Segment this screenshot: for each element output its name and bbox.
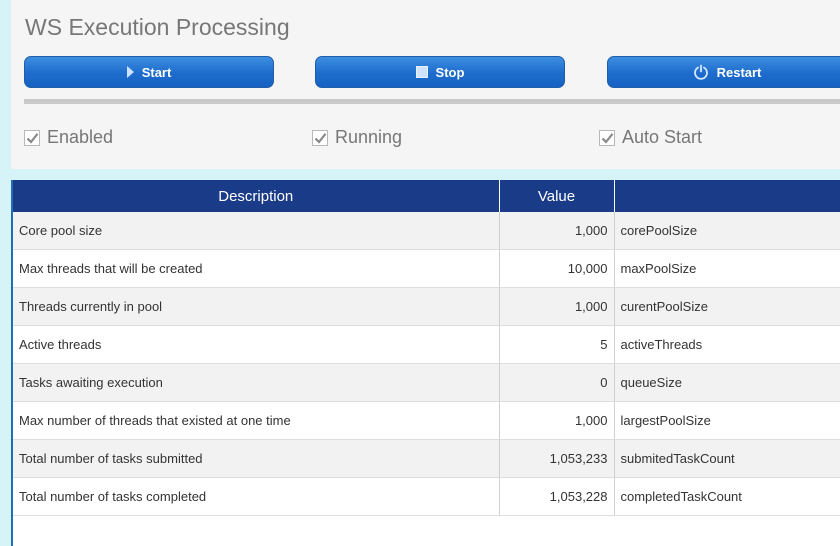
cell-description: Max threads that will be created	[13, 249, 500, 288]
cell-description: Total number of tasks submitted	[13, 439, 500, 478]
cell-value: 1,053,233	[499, 439, 615, 478]
table-row: Core pool size 1,000 corePoolSize	[13, 212, 840, 250]
cell-key: queueSize	[614, 363, 840, 402]
running-checkbox[interactable]: Running	[312, 127, 402, 148]
cell-value: 1,053,228	[499, 477, 615, 516]
stop-icon	[415, 66, 428, 78]
restart-button-label: Restart	[716, 64, 762, 80]
power-icon	[693, 64, 708, 80]
enabled-label: Enabled	[47, 127, 114, 147]
table-row: Max threads that will be created 10,000 …	[13, 249, 840, 288]
play-icon	[126, 66, 134, 78]
start-button[interactable]: Start	[24, 56, 274, 88]
table-row: Total number of tasks completed 1,053,22…	[13, 477, 840, 516]
cell-description: Max number of threads that existed at on…	[13, 401, 500, 440]
enabled-checkbox[interactable]: Enabled	[24, 127, 113, 148]
start-button-label: Start	[141, 64, 172, 80]
column-header-key	[614, 180, 840, 212]
cell-key: completedTaskCount	[614, 477, 840, 516]
table-row: Total number of tasks submitted 1,053,23…	[13, 439, 840, 478]
stats-table: Description Value Core pool size 1,000 c…	[13, 180, 840, 516]
cell-value: 1,000	[499, 401, 615, 440]
auto-start-label: Auto Start	[622, 127, 703, 147]
table-row: Tasks awaiting execution 0 queueSize	[13, 363, 840, 402]
check-icon	[24, 129, 40, 146]
check-icon	[312, 129, 328, 146]
table-row: Active threads 5 activeThreads	[13, 325, 840, 364]
cell-value: 1,000	[499, 287, 615, 326]
restart-button[interactable]: Restart	[607, 56, 840, 88]
cell-description: Threads currently in pool	[13, 287, 500, 326]
cell-description: Core pool size	[13, 212, 500, 250]
table-header-row: Description Value	[13, 180, 840, 212]
cell-value: 0	[499, 363, 615, 402]
column-header-description[interactable]: Description	[13, 180, 500, 212]
page-title: WS Execution Processing	[25, 14, 290, 40]
cell-key: submitedTaskCount	[614, 439, 840, 478]
check-icon	[599, 129, 615, 146]
table-row: Max number of threads that existed at on…	[13, 401, 840, 440]
cell-key: corePoolSize	[614, 212, 840, 250]
cell-description: Total number of tasks completed	[13, 477, 500, 516]
cell-value: 5	[499, 325, 615, 364]
table-row: Threads currently in pool 1,000 curentPo…	[13, 287, 840, 326]
cell-key: activeThreads	[614, 325, 840, 364]
stats-table-container: Description Value Core pool size 1,000 c…	[11, 180, 840, 546]
cell-value: 1,000	[499, 212, 615, 250]
column-header-value[interactable]: Value	[499, 180, 615, 212]
stop-button-label: Stop	[435, 64, 465, 80]
cell-key: curentPoolSize	[614, 287, 840, 326]
cell-key: largestPoolSize	[614, 401, 840, 440]
cell-value: 10,000	[499, 249, 615, 288]
cell-description: Active threads	[13, 325, 500, 364]
cell-key: maxPoolSize	[614, 249, 840, 288]
cell-description: Tasks awaiting execution	[13, 363, 500, 402]
divider	[24, 99, 840, 104]
running-label: Running	[335, 127, 403, 147]
stop-button[interactable]: Stop	[315, 56, 565, 88]
auto-start-checkbox[interactable]: Auto Start	[599, 127, 702, 148]
